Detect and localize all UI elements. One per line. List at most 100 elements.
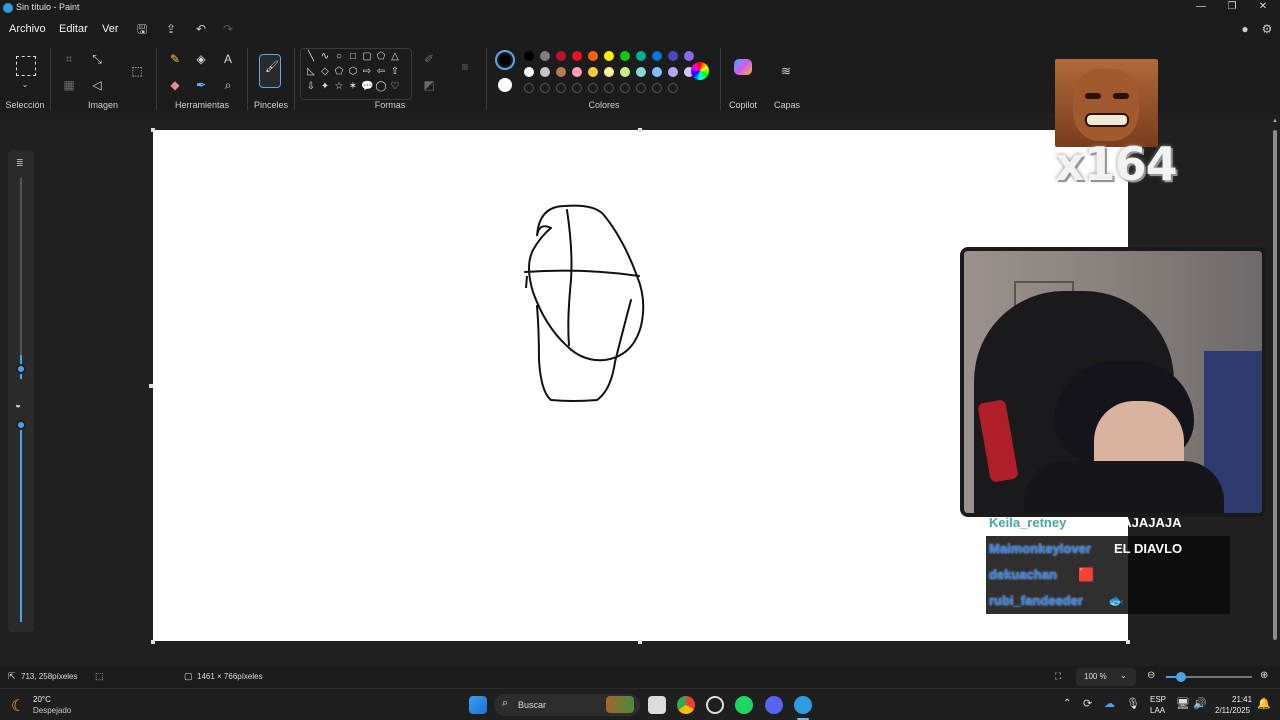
vertical-scrollbar[interactable]: ▲	[1272, 118, 1278, 656]
weather-description[interactable]: Despejado	[33, 706, 71, 715]
resize-icon[interactable]: ⤡	[88, 50, 106, 68]
color-swatch[interactable]	[636, 67, 646, 77]
edit-colors-icon[interactable]	[691, 62, 709, 80]
line-shape-icon[interactable]: ╲	[305, 51, 317, 63]
close-button[interactable]: ✕	[1248, 0, 1278, 16]
color-swatch[interactable]	[556, 51, 566, 61]
search-box[interactable]: ⌕ Buscar	[494, 694, 640, 716]
menu-file[interactable]: Archivo	[9, 23, 46, 35]
background-removal-icon[interactable]: ⬚	[128, 62, 146, 80]
weather-moon-icon[interactable]: ☾	[11, 696, 25, 716]
color-swatch[interactable]	[556, 67, 566, 77]
six-point-star-shape-icon[interactable]: ✶	[347, 81, 359, 93]
save-icon[interactable]: 🖫	[134, 21, 150, 37]
discord-icon[interactable]	[765, 696, 783, 714]
rotate-icon[interactable]: ◁	[88, 76, 106, 94]
arrow-down-shape-icon[interactable]: ⇩	[305, 81, 317, 93]
color-swatch[interactable]	[684, 51, 694, 61]
custom-color-slot[interactable]	[636, 83, 646, 93]
crop-icon[interactable]: ⌗	[60, 50, 78, 68]
settings-gear-icon[interactable]: ⚙	[1259, 21, 1275, 37]
menu-edit[interactable]: Editar	[59, 23, 88, 35]
color-swatch[interactable]	[668, 51, 678, 61]
heart-shape-icon[interactable]: ♡	[389, 81, 401, 93]
curve-shape-icon[interactable]: ∿	[319, 51, 331, 63]
resize-handle[interactable]	[638, 640, 642, 644]
custom-color-slot[interactable]	[540, 83, 550, 93]
scrollbar-thumb[interactable]	[1273, 130, 1277, 640]
chevron-down-icon[interactable]: ⌄	[16, 76, 34, 94]
color-swatch[interactable]	[620, 67, 630, 77]
rounded-rectangle-shape-icon[interactable]: ▢	[361, 51, 373, 63]
scroll-up-icon[interactable]: ▲	[1272, 118, 1278, 124]
custom-color-slot[interactable]	[668, 83, 678, 93]
weather-temperature[interactable]: 20°C	[33, 695, 51, 704]
task-view-icon[interactable]	[648, 696, 666, 714]
secondary-color-swatch[interactable]	[498, 78, 512, 92]
color-swatch[interactable]	[588, 67, 598, 77]
size-icon[interactable]: ≡	[456, 58, 474, 76]
pentagon-shape-icon[interactable]: ⬠	[333, 66, 345, 78]
fit-to-window-icon[interactable]: ⛶	[1055, 671, 1061, 682]
rectangle-shape-icon[interactable]: □	[347, 51, 359, 63]
custom-color-slot[interactable]	[652, 83, 662, 93]
color-swatch[interactable]	[524, 67, 534, 77]
resize-handle[interactable]	[149, 384, 153, 388]
volume-icon[interactable]: 🔊	[1193, 697, 1207, 710]
chevron-up-icon[interactable]: ⌃	[1063, 698, 1071, 709]
network-icon[interactable]: 🖥	[1176, 697, 1190, 710]
notifications-icon[interactable]: 🔔	[1257, 697, 1271, 710]
diamond-shape-icon[interactable]: ◇	[319, 66, 331, 78]
color-swatch[interactable]	[668, 67, 678, 77]
color-swatch[interactable]	[540, 67, 550, 77]
start-windows-icon[interactable]	[469, 696, 487, 714]
custom-color-slot[interactable]	[588, 83, 598, 93]
color-swatch[interactable]	[588, 51, 598, 61]
clock-time[interactable]: 21:41	[1232, 695, 1252, 704]
custom-color-slot[interactable]	[524, 83, 534, 93]
right-triangle-shape-icon[interactable]: ◺	[305, 66, 317, 78]
undo-icon[interactable]: ↶	[193, 21, 209, 37]
language-indicator[interactable]: ESP	[1150, 695, 1166, 704]
eraser-icon[interactable]: ◆	[166, 76, 184, 94]
color-swatch[interactable]	[524, 51, 534, 61]
size-slider-thumb[interactable]	[16, 364, 26, 374]
magnifier-icon[interactable]: ⌕	[219, 76, 237, 94]
custom-color-slot[interactable]	[620, 83, 630, 93]
pencil-icon[interactable]: ✎	[166, 50, 184, 68]
color-swatch[interactable]	[540, 51, 550, 61]
zoom-dropdown[interactable]: 100 % ⌄	[1076, 668, 1136, 686]
color-swatch[interactable]	[652, 67, 662, 77]
primary-color-button[interactable]	[495, 50, 515, 70]
minimize-button[interactable]: —	[1186, 0, 1216, 16]
custom-color-slot[interactable]	[572, 83, 582, 93]
four-point-star-shape-icon[interactable]: ✦	[319, 81, 331, 93]
color-swatch[interactable]	[604, 51, 614, 61]
color-swatch[interactable]	[604, 67, 614, 77]
arrow-right-shape-icon[interactable]: ⇨	[361, 66, 373, 78]
onedrive-icon[interactable]: ☁	[1104, 697, 1115, 710]
arrow-left-shape-icon[interactable]: ⇦	[375, 66, 387, 78]
zoom-out-icon[interactable]: ⊖	[1147, 670, 1155, 681]
resize-handle[interactable]	[1126, 640, 1130, 644]
menu-view[interactable]: Ver	[102, 23, 119, 35]
brushes-button[interactable]: 🖌	[259, 54, 281, 88]
maximize-button[interactable]: ❐	[1217, 0, 1247, 16]
opacity-slider-thumb[interactable]	[16, 420, 26, 430]
text-tool-icon[interactable]: A	[219, 50, 237, 68]
fill-icon[interactable]: ◩	[420, 76, 438, 94]
sync-icon[interactable]: ⟳	[1083, 697, 1092, 710]
selection-tool-icon[interactable]	[16, 56, 36, 76]
chrome-icon[interactable]	[677, 696, 695, 714]
triangle-shape-icon[interactable]: △	[389, 51, 401, 63]
oval-shape-icon[interactable]: ○	[333, 51, 345, 63]
fill-bucket-icon[interactable]: ◈	[192, 50, 210, 68]
hexagon-shape-icon[interactable]: ⬡	[347, 66, 359, 78]
polygon-shape-icon[interactable]: ⬠	[375, 51, 387, 63]
custom-color-slot[interactable]	[604, 83, 614, 93]
color-swatch[interactable]	[636, 51, 646, 61]
resize-handle[interactable]	[638, 128, 642, 132]
zoom-slider-thumb[interactable]	[1176, 672, 1186, 682]
color-swatch[interactable]	[572, 67, 582, 77]
image-select-icon[interactable]: ▦	[60, 76, 78, 94]
